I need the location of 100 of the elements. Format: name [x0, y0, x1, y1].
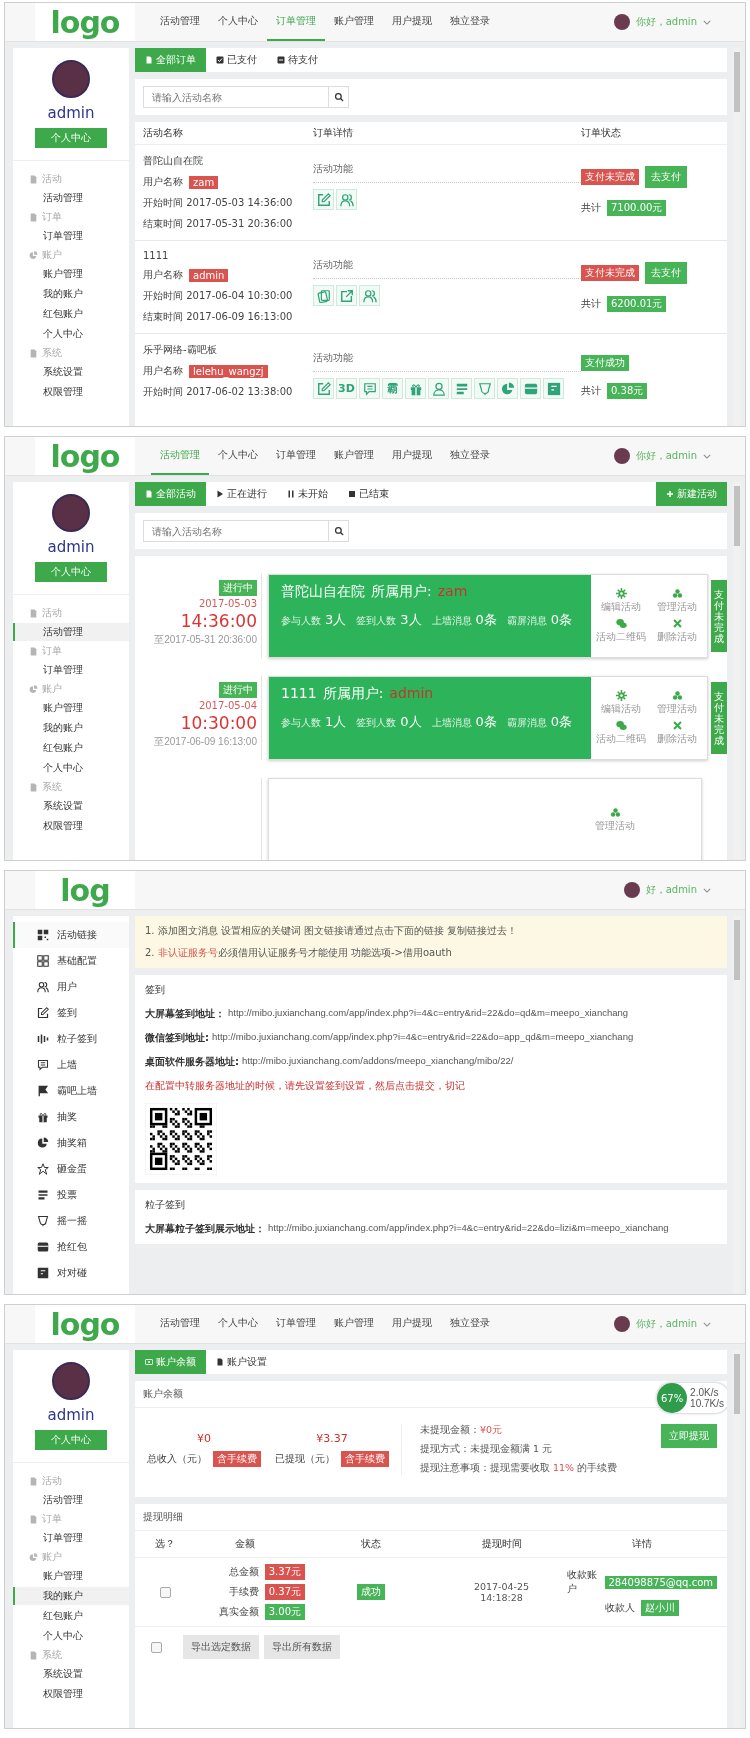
- sidebar-item[interactable]: 个人中心: [13, 1627, 129, 1645]
- stat-label: 参与人数: [281, 716, 321, 730]
- caret-icon[interactable]: [703, 453, 711, 459]
- sidebar-item[interactable]: 账户管理: [13, 1567, 129, 1585]
- link-url[interactable]: http://mibo.juxianchang.com/app/index.php?i=4&c=entry&rid=22&do=qd&m=meepo_xianchang: [228, 1007, 629, 1021]
- info-text: 未提现金额：¥0元: [420, 1424, 504, 1437]
- nav-tab[interactable]: 独立登录: [441, 1305, 499, 1343]
- avatar[interactable]: [613, 1316, 630, 1332]
- scrollbar[interactable]: [733, 1350, 741, 1728]
- scrollbar[interactable]: [733, 482, 741, 860]
- sidebar-item[interactable]: 系统设置: [13, 1665, 129, 1683]
- sidebar-item[interactable]: 抢红包: [13, 1234, 129, 1260]
- owner-name: admin: [389, 685, 434, 703]
- sidebar-item[interactable]: 红包账户: [13, 739, 129, 757]
- nav-tab[interactable]: 个人中心: [209, 437, 267, 475]
- search-button[interactable]: [329, 520, 349, 542]
- search-field[interactable]: 请输入活动名称: [143, 520, 329, 542]
- sidebar-item[interactable]: 我的账户: [13, 719, 129, 737]
- sidebar-item[interactable]: 霸吧上墙: [13, 1078, 129, 1104]
- link-url[interactable]: http://mibo.juxianchang.com/addons/meepo_xianchang/mibo/22/: [242, 1055, 514, 1069]
- sidebar-item[interactable]: 订单管理: [13, 1529, 129, 1547]
- search-button[interactable]: [329, 86, 349, 108]
- sidebar-item[interactable]: 账户管理: [13, 699, 129, 717]
- feature-button[interactable]: [313, 189, 334, 210]
- sidebar-item[interactable]: 抽奖: [13, 1104, 129, 1130]
- nav-tab[interactable]: 账户管理: [325, 437, 383, 475]
- search-icon: [333, 92, 344, 102]
- sidebar-item[interactable]: 账户管理: [13, 265, 129, 283]
- sidebar-item[interactable]: 权限管理: [13, 383, 129, 401]
- feature-button[interactable]: [520, 378, 541, 399]
- nav-tab[interactable]: 账户管理: [325, 3, 383, 41]
- sidebar-item[interactable]: 我的账户: [13, 1587, 129, 1605]
- feature-button[interactable]: [359, 378, 380, 399]
- sidebar-item[interactable]: 摇一摇: [13, 1208, 129, 1234]
- amount-label: 已提现（元）: [275, 1452, 335, 1466]
- nav-tab[interactable]: 用户提现: [383, 437, 441, 475]
- sidebar-item[interactable]: 活动管理: [13, 189, 129, 207]
- avatar[interactable]: [613, 448, 630, 464]
- feature-button[interactable]: [336, 285, 357, 306]
- sidebar-item[interactable]: 签到: [13, 1000, 129, 1026]
- avatar[interactable]: [623, 882, 640, 898]
- nav-tab[interactable]: 独立登录: [441, 3, 499, 41]
- sidebar-item[interactable]: 用户: [13, 974, 129, 1000]
- feature-button[interactable]: [336, 189, 357, 210]
- feature-button[interactable]: [359, 285, 380, 306]
- feature-button[interactable]: [497, 378, 518, 399]
- nav-tab[interactable]: 订单管理: [267, 437, 325, 475]
- nav-tab[interactable]: 活动管理: [151, 3, 209, 41]
- nav-tab[interactable]: 个人中心: [209, 3, 267, 41]
- feature-button[interactable]: [313, 285, 334, 306]
- sidebar-item[interactable]: 个人中心: [13, 325, 129, 343]
- nav-tab[interactable]: 用户提现: [383, 1305, 441, 1343]
- scrollbar[interactable]: [733, 916, 741, 1294]
- sidebar-item[interactable]: 红包账户: [13, 305, 129, 323]
- nav-tab[interactable]: 账户管理: [325, 1305, 383, 1343]
- sidebar-item[interactable]: 抽奖箱: [13, 1130, 129, 1156]
- feature-button[interactable]: [543, 378, 564, 399]
- feature-button[interactable]: [428, 378, 449, 399]
- sidebar-item[interactable]: 粒子签到: [13, 1026, 129, 1052]
- scrollbar[interactable]: [733, 48, 741, 426]
- select-all-checkbox[interactable]: [151, 1641, 162, 1653]
- export-button[interactable]: 导出选定数据: [183, 1635, 259, 1659]
- sidebar-item[interactable]: 订单管理: [13, 661, 129, 679]
- caret-icon[interactable]: [703, 19, 711, 25]
- nav-tab[interactable]: 个人中心: [209, 1305, 267, 1343]
- nav-tab[interactable]: 独立登录: [441, 437, 499, 475]
- sidebar-item[interactable]: 权限管理: [13, 817, 129, 835]
- user-tag: zam: [189, 175, 219, 189]
- export-button[interactable]: 导出所有数据: [264, 1635, 340, 1659]
- feature-button[interactable]: [313, 378, 334, 399]
- feature-button[interactable]: [451, 378, 472, 399]
- sidebar-item[interactable]: 系统设置: [13, 363, 129, 381]
- nav-tab[interactable]: 订单管理: [267, 1305, 325, 1343]
- search-field[interactable]: 请输入活动名称: [143, 86, 329, 108]
- sidebar-item[interactable]: 订单管理: [13, 227, 129, 245]
- sidebar-item[interactable]: 系统设置: [13, 797, 129, 815]
- sidebar-item[interactable]: 红包账户: [13, 1607, 129, 1625]
- sidebar-item[interactable]: 权限管理: [13, 1685, 129, 1703]
- feature-button[interactable]: [474, 378, 495, 399]
- sidebar-item[interactable]: 活动链接: [13, 922, 129, 948]
- link-url[interactable]: http://mibo.juxianchang.com/app/index.php?i=4&c=entry&rid=22&do=app_qd&m=meepo_xianchang: [212, 1031, 634, 1045]
- caret-icon[interactable]: [703, 887, 711, 893]
- sidebar-item[interactable]: 个人中心: [13, 759, 129, 777]
- sidebar-item[interactable]: 对对碰: [13, 1260, 129, 1286]
- link-url[interactable]: http://mibo.juxianchang.com/app/index.php?i=4&c=entry&rid=22&do=lizi&m=meepo_xianchang: [268, 1222, 669, 1236]
- avatar[interactable]: [613, 14, 630, 30]
- sidebar-item[interactable]: 砸金蛋: [13, 1156, 129, 1182]
- stop-icon: [348, 490, 356, 498]
- sidebar-item[interactable]: 活动管理: [13, 623, 129, 641]
- caret-icon[interactable]: [703, 1321, 711, 1327]
- owner-label: 所属用户:: [371, 583, 432, 601]
- nav-tab[interactable]: 活动管理: [151, 1305, 209, 1343]
- sidebar-item[interactable]: 投票: [13, 1182, 129, 1208]
- feature-button[interactable]: [405, 378, 426, 399]
- sidebar-item[interactable]: 活动管理: [13, 1491, 129, 1509]
- sidebar-item[interactable]: 上墙: [13, 1052, 129, 1078]
- row-checkbox[interactable]: [159, 1586, 171, 1598]
- sidebar-item[interactable]: 我的账户: [13, 285, 129, 303]
- sidebar-item[interactable]: 基础配置: [13, 948, 129, 974]
- nav-tab[interactable]: 用户提现: [383, 3, 441, 41]
